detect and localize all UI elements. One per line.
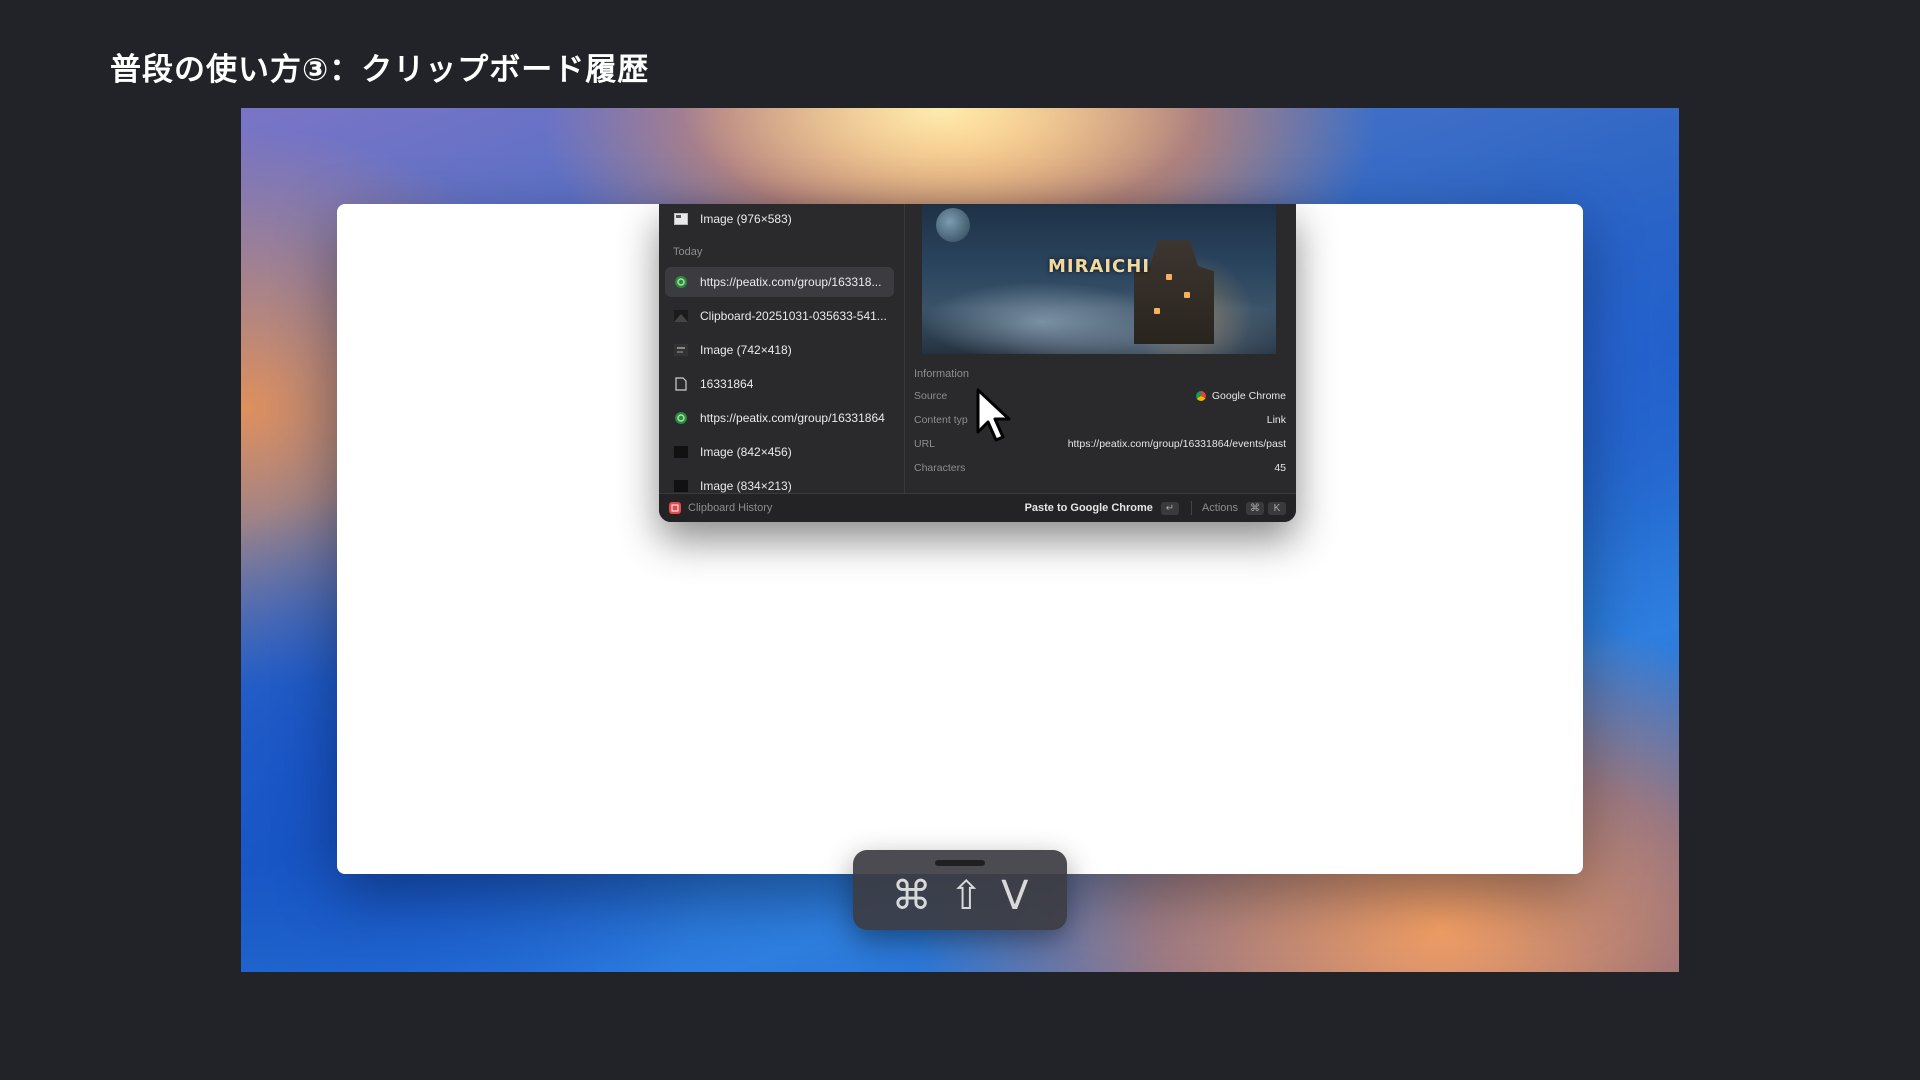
return-key-badge: ↵: [1160, 501, 1179, 515]
list-item-label: Image (834×213): [700, 479, 792, 493]
list-item[interactable]: Image (842×456): [665, 437, 894, 467]
slide-title: 普段の使い方③：クリップボード履歴: [110, 52, 650, 88]
information-heading: Information: [914, 368, 970, 380]
clipboard-history-window: Image (976×583) Today https://peatix.com…: [659, 204, 1296, 522]
preview-pane: MIRAICHI Information Source Google Chrom…: [904, 204, 1296, 494]
info-value-text: Google Chrome: [1211, 390, 1286, 402]
list-item-label: https://peatix.com/group/163318...: [700, 275, 882, 289]
section-label: Today: [673, 246, 703, 258]
image-icon: [673, 211, 689, 227]
k-key-badge: K: [1268, 501, 1286, 515]
actions-button[interactable]: Actions: [1202, 502, 1238, 514]
list-item-label: Image (976×583): [700, 212, 792, 226]
house-window: [1184, 292, 1190, 298]
mouse-pointer-icon: [974, 388, 1014, 444]
info-value: Google Chrome: [1194, 390, 1286, 402]
image-icon: [673, 342, 689, 358]
info-key: Content typ: [914, 414, 968, 426]
list-item-label: Clipboard-20251031-035633-541...: [700, 309, 887, 323]
clipboard-history-icon: [669, 502, 681, 514]
paste-action-button[interactable]: Paste to Google Chrome: [1025, 502, 1153, 514]
image-icon: [673, 444, 689, 460]
command-key-icon: ⌘: [891, 873, 932, 919]
list-item[interactable]: https://peatix.com/group/16331864: [665, 403, 894, 433]
hud-handle: [935, 860, 985, 866]
shift-key-icon: ⇧: [949, 873, 984, 919]
command-key-badge: ⌘: [1246, 501, 1264, 515]
image-icon: [673, 308, 689, 324]
info-value: Link: [1266, 414, 1286, 426]
link-icon: [673, 410, 689, 426]
extension-name: Clipboard History: [688, 502, 773, 514]
preview-image-title: MIRAICHI: [1047, 256, 1151, 277]
v-key-label: V: [1001, 873, 1029, 919]
info-row-characters: Characters 45: [914, 459, 1286, 477]
action-bar: Clipboard History Paste to Google Chrome…: [659, 493, 1296, 522]
info-row-content-type: Content typ Link: [914, 411, 1286, 429]
preview-image: MIRAICHI: [922, 204, 1276, 354]
chrome-icon: [1194, 390, 1207, 402]
list-item-label: Image (742×418): [700, 343, 792, 357]
planet-graphic: [936, 208, 970, 242]
divider: [1190, 501, 1192, 515]
info-value: https://peatix.com/group/16331864/events…: [1067, 438, 1286, 450]
house-window: [1154, 308, 1160, 314]
list-item[interactable]: 16331864: [665, 369, 894, 399]
info-row-url: URL https://peatix.com/group/16331864/ev…: [914, 435, 1286, 453]
info-value: 45: [1274, 462, 1286, 474]
list-item-label: https://peatix.com/group/16331864: [700, 411, 885, 425]
list-item-label: Image (842×456): [700, 445, 792, 459]
list-item[interactable]: Image (742×418): [665, 335, 894, 365]
text-document-icon: [673, 376, 689, 392]
info-key: Characters: [914, 462, 966, 474]
link-icon: [673, 274, 689, 290]
info-key: URL: [914, 438, 936, 450]
image-icon: [673, 478, 689, 494]
desktop-wallpaper: Image (976×583) Today https://peatix.com…: [241, 108, 1679, 972]
info-row-source: Source Google Chrome: [914, 387, 1286, 405]
hotkey-hud: ⌘ ⇧ V: [853, 850, 1067, 930]
list-item[interactable]: Image (976×583): [665, 204, 894, 234]
list-item[interactable]: Clipboard-20251031-035633-541...: [665, 301, 894, 331]
info-key: Source: [914, 390, 948, 402]
clipboard-list: Image (976×583) Today https://peatix.com…: [659, 204, 905, 494]
list-item[interactable]: https://peatix.com/group/163318...: [665, 267, 894, 297]
list-item-label: 16331864: [700, 377, 754, 391]
